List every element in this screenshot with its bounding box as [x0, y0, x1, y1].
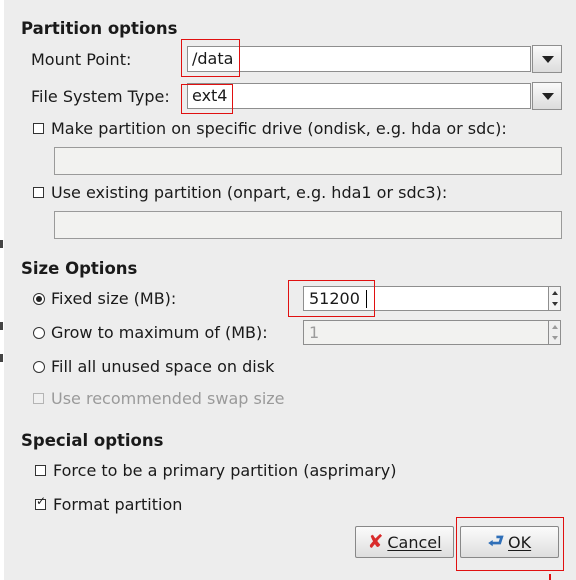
cancel-x-icon: ✘: [367, 530, 384, 553]
mount-point-label: Mount Point:: [31, 50, 132, 69]
highlight-mount-point: [181, 39, 240, 77]
fill-radio[interactable]: [33, 361, 45, 373]
highlight-ok-button: [456, 517, 564, 571]
highlight-fixed-size: [288, 280, 375, 317]
grow-spinbox: 1: [303, 320, 549, 345]
fixed-size-label[interactable]: Fixed size (MB):: [51, 289, 176, 309]
fixed-size-spin-arrows[interactable]: [548, 286, 561, 311]
grow-radio[interactable]: [33, 327, 45, 339]
spin-down-icon[interactable]: [552, 302, 558, 306]
highlight-fs-type: [181, 84, 233, 114]
chevron-down-icon: [542, 56, 554, 63]
cancel-label: Cancel: [387, 532, 442, 552]
edge-tick: [0, 240, 3, 248]
fs-type-dropdown-button[interactable]: [532, 82, 562, 110]
special-options-heading: Special options: [21, 431, 164, 450]
grow-value: 1: [309, 323, 320, 342]
highlight-tail: [549, 574, 551, 580]
spin-up-icon: [552, 325, 558, 329]
onpart-checkbox[interactable]: [33, 187, 44, 198]
fs-type-label: File System Type:: [31, 87, 170, 106]
swap-checkbox: [33, 393, 44, 404]
checkmark-icon: ✓: [36, 494, 47, 508]
primary-checkbox[interactable]: [35, 465, 46, 476]
edge-tick: [0, 322, 3, 330]
onpart-label[interactable]: Use existing partition (onpart, e.g. hda…: [51, 183, 447, 203]
fs-type-field[interactable]: ext4: [187, 83, 531, 109]
mount-point-dropdown-button[interactable]: [532, 45, 562, 73]
partition-options-heading: Partition options: [21, 19, 178, 38]
ondisk-input: [54, 147, 562, 175]
fixed-size-radio[interactable]: [33, 293, 45, 305]
primary-label[interactable]: Force to be a primary partition (asprima…: [53, 461, 396, 481]
grow-spin-arrows: [548, 320, 561, 345]
radio-selected-dot: [36, 296, 42, 302]
ondisk-label[interactable]: Make partition on specific drive (ondisk…: [51, 119, 507, 139]
ondisk-checkbox[interactable]: [33, 123, 44, 134]
spin-up-icon[interactable]: [552, 291, 558, 295]
edge-tick: [0, 354, 3, 362]
chevron-down-icon: [542, 93, 554, 100]
window-left-edge: [0, 0, 4, 580]
format-label[interactable]: Format partition: [53, 495, 182, 515]
cancel-button[interactable]: ✘ Cancel: [355, 526, 454, 558]
spin-down-icon: [552, 336, 558, 340]
onpart-input: [54, 211, 562, 239]
fill-label[interactable]: Fill all unused space on disk: [51, 357, 274, 377]
size-options-heading: Size Options: [21, 259, 138, 278]
swap-label: Use recommended swap size: [51, 389, 285, 408]
format-checkbox[interactable]: ✓: [35, 495, 46, 510]
grow-label[interactable]: Grow to maximum of (MB):: [51, 323, 268, 343]
